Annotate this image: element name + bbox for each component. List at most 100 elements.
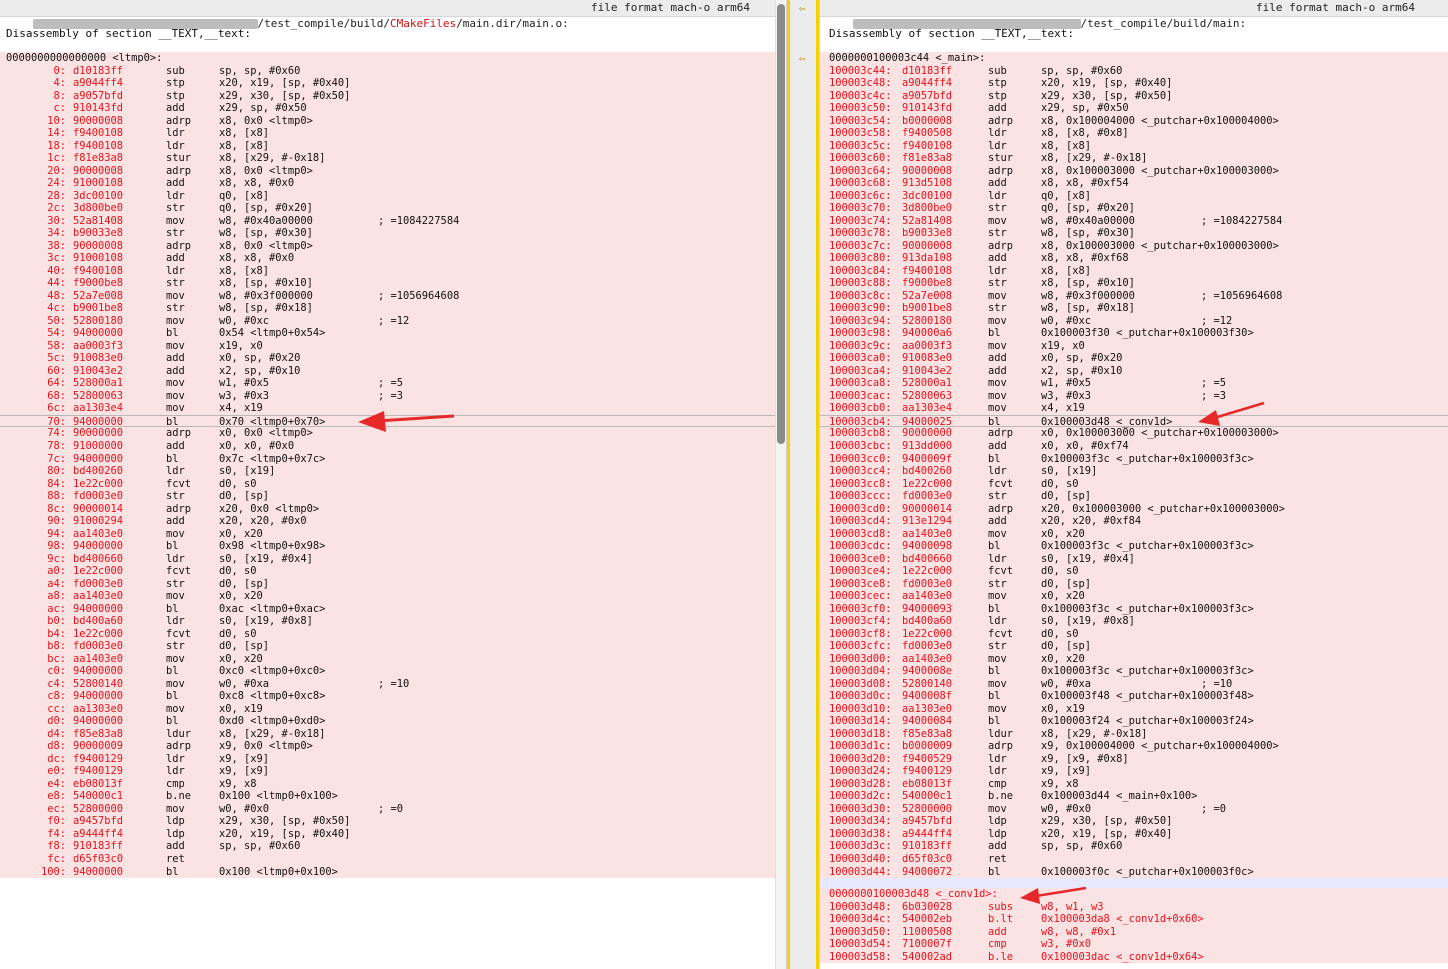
disasm-line[interactable]: 100003c74: 52a81408 mov w8, #0x40a00000 ; =1… (820, 215, 1448, 228)
disasm-line[interactable]: 100003d00: aa1403e0 mov x0, x20 (820, 653, 1448, 666)
disasm-line[interactable]: 8c: 90000014 adrp x20, 0x0 <ltmp0> (0, 503, 786, 516)
disasm-line[interactable]: 100003c54: b0000008 adrp x8, 0x100004000 <_… (820, 115, 1448, 128)
disasm-line[interactable]: 100003d40: d65f03c0 ret (820, 853, 1448, 866)
left-scrollbar-thumb[interactable] (777, 4, 785, 444)
disasm-line[interactable]: 100003cb8: 90000000 adrp x0, 0x100003000 <_… (820, 427, 1448, 440)
disasm-line[interactable]: 100003ca4: 910043e2 add x2, sp, #0x10 (820, 365, 1448, 378)
disasm-line[interactable]: 100003c78: b90033e8 str w8, [sp, #0x30] (820, 227, 1448, 240)
disasm-line[interactable]: 100003c64: 90000008 adrp x8, 0x100003000 <_… (820, 165, 1448, 178)
disasm-line[interactable]: 34: b90033e8 str w8, [sp, #0x30] (0, 227, 786, 240)
disasm-line[interactable]: 60: 910043e2 add x2, sp, #0x10 (0, 365, 786, 378)
disasm-line[interactable]: d0: 94000000 bl 0xd0 <ltmp0+0xd0> (0, 715, 786, 728)
disasm-line[interactable]: 100003c88: f9000be8 str x8, [sp, #0x10] (820, 277, 1448, 290)
disasm-line[interactable]: 100003d58: 540002ad b.le 0x100003dac <_conv… (820, 951, 1448, 964)
disasm-line[interactable]: 1c: f81e83a8 stur x8, [x29, #-0x18] (0, 152, 786, 165)
disasm-line[interactable]: 100003cf0: 94000093 bl 0x100003f3c <_putcha… (820, 603, 1448, 616)
disasm-line[interactable]: c4: 52800140 mov w0, #0xa ; =10 (0, 678, 786, 691)
disasm-line[interactable]: 38: 90000008 adrp x8, 0x0 <ltmp0> (0, 240, 786, 253)
disasm-line[interactable]: 100003d3c: 910183ff add sp, sp, #0x60 (820, 840, 1448, 853)
disasm-line[interactable]: 100003c6c: 3dc00100 ldr q0, [x8] (820, 190, 1448, 203)
disasm-line[interactable]: 100003ce0: bd400660 ldr s0, [x19, #0x4] (820, 553, 1448, 566)
disasm-line[interactable]: 100003cd4: 913e1294 add x20, x20, #0xf84 (820, 515, 1448, 528)
disasm-line[interactable]: 100003d44: 94000072 bl 0x100003f0c <_putcha… (820, 866, 1448, 879)
disasm-line[interactable]: a8: aa1403e0 mov x0, x20 (0, 590, 786, 603)
disasm-line[interactable]: 84: 1e22c000 fcvt d0, s0 (0, 478, 786, 491)
disasm-line[interactable]: 100003d0c: 9400008f bl 0x100003f48 <_putcha… (820, 690, 1448, 703)
disasm-line[interactable]: 100003d30: 52800000 mov w0, #0x0 ; =0 (820, 803, 1448, 816)
disasm-line[interactable]: c0: 94000000 bl 0xc0 <ltmp0+0xc0> (0, 665, 786, 678)
disasm-line[interactable]: 68: 52800063 mov w3, #0x3 ; =3 (0, 390, 786, 403)
disasm-line[interactable]: b0: bd400a60 ldr s0, [x19, #0x8] (0, 615, 786, 628)
disasm-line[interactable]: 8: a9057bfd stp x29, x30, [sp, #0x50] (0, 90, 786, 103)
disasm-line[interactable]: d8: 90000009 adrp x9, 0x0 <ltmp0> (0, 740, 786, 753)
disasm-line[interactable]: 100003c84: f9400108 ldr x8, [x8] (820, 265, 1448, 278)
disasm-line[interactable]: 4c: b9001be8 str w8, [sp, #0x18] (0, 302, 786, 315)
disasm-line[interactable]: 100003d08: 52800140 mov w0, #0xa ; =10 (820, 678, 1448, 691)
disasm-line[interactable]: 100003c60: f81e83a8 stur x8, [x29, #-0x18] (820, 152, 1448, 165)
disasm-line[interactable]: 100003ccc: fd0003e0 str d0, [sp] (820, 490, 1448, 503)
disasm-line[interactable]: 80: bd400260 ldr s0, [x19] (0, 465, 786, 478)
disasm-line[interactable]: 100003cac: 52800063 mov w3, #0x3 ; =3 (820, 390, 1448, 403)
disasm-line[interactable]: 2c: 3d800be0 str q0, [sp, #0x20] (0, 202, 786, 215)
disasm-line[interactable]: e8: 540000c1 b.ne 0x100 <ltmp0+0x100> (0, 790, 786, 803)
disasm-line[interactable]: f0: a9457bfd ldp x29, x30, [sp, #0x50] (0, 815, 786, 828)
disasm-line[interactable]: 100003c80: 913da108 add x8, x8, #0xf68 (820, 252, 1448, 265)
disasm-line[interactable]: 100003cf4: bd400a60 ldr s0, [x19, #0x8] (820, 615, 1448, 628)
disasm-line[interactable]: 100003ce8: fd0003e0 str d0, [sp] (820, 578, 1448, 591)
disasm-line[interactable]: 100003cdc: 94000098 bl 0x100003f3c <_putcha… (820, 540, 1448, 553)
disasm-line[interactable]: b8: fd0003e0 str d0, [sp] (0, 640, 786, 653)
disasm-line[interactable]: ac: 94000000 bl 0xac <ltmp0+0xac> (0, 603, 786, 616)
disasm-line[interactable]: 44: f9000be8 str x8, [sp, #0x10] (0, 277, 786, 290)
disasm-line[interactable]: dc: f9400129 ldr x9, [x9] (0, 753, 786, 766)
disasm-line[interactable]: 100003cec: aa1403e0 mov x0, x20 (820, 590, 1448, 603)
disasm-line[interactable]: 50: 52800180 mov w0, #0xc ; =12 (0, 315, 786, 328)
disasm-line[interactable]: 94: aa1403e0 mov x0, x20 (0, 528, 786, 541)
disasm-line[interactable]: 100003d50: 11000508 add w8, w8, #0x1 (820, 926, 1448, 939)
disasm-line[interactable]: 100003cc0: 9400009f bl 0x100003f3c <_putcha… (820, 453, 1448, 466)
disasm-line[interactable]: a4: fd0003e0 str d0, [sp] (0, 578, 786, 591)
disasm-line[interactable]: 30: 52a81408 mov w8, #0x40a00000 ; =10842275… (0, 215, 786, 228)
disasm-line[interactable]: 78: 91000000 add x0, x0, #0x0 (0, 440, 786, 453)
disasm-line[interactable]: 100003cc4: bd400260 ldr s0, [x19] (820, 465, 1448, 478)
disasm-line[interactable]: 5c: 910083e0 add x0, sp, #0x20 (0, 352, 786, 365)
disasm-line[interactable]: 100003d4c: 540002eb b.lt 0x100003da8 <_conv… (820, 913, 1448, 926)
disasm-line[interactable]: 98: 94000000 bl 0x98 <ltmp0+0x98> (0, 540, 786, 553)
disasm-line[interactable]: 48: 52a7e008 mov w8, #0x3f000000 ; =10569646… (0, 290, 786, 303)
disasm-line[interactable]: bc: aa1403e0 mov x0, x20 (0, 653, 786, 666)
disasm-line[interactable]: 100003d24: f9400129 ldr x9, [x9] (820, 765, 1448, 778)
disasm-line[interactable]: 100003cbc: 913dd000 add x0, x0, #0xf74 (820, 440, 1448, 453)
disasm-line[interactable]: 100003c70: 3d800be0 str q0, [sp, #0x20] (820, 202, 1448, 215)
disasm-line[interactable]: 90: 91000294 add x20, x20, #0x0 (0, 515, 786, 528)
disasm-line[interactable]: 100003cd8: aa1403e0 mov x0, x20 (820, 528, 1448, 541)
disasm-line[interactable]: 100003ce4: 1e22c000 fcvt d0, s0 (820, 565, 1448, 578)
disasm-line[interactable]: 7c: 94000000 bl 0x7c <ltmp0+0x7c> (0, 453, 786, 466)
disasm-line[interactable]: c: 910143fd add x29, sp, #0x50 (0, 102, 786, 115)
disasm-line[interactable]: 70: 94000000 bl 0x70 <ltmp0+0x70> (0, 414, 786, 428)
disasm-line[interactable]: 100003cb0: aa1303e4 mov x4, x19 (820, 402, 1448, 415)
disasm-line[interactable]: 3c: 91000108 add x8, x8, #0x0 (0, 252, 786, 265)
disasm-line[interactable]: e4: eb08013f cmp x9, x8 (0, 778, 786, 791)
disasm-line[interactable]: b4: 1e22c000 fcvt d0, s0 (0, 628, 786, 641)
disasm-line[interactable]: fc: d65f03c0 ret (0, 853, 786, 866)
disasm-line[interactable]: 100003d34: a9457bfd ldp x29, x30, [sp, #0x5… (820, 815, 1448, 828)
disasm-line[interactable]: 0: d10183ff sub sp, sp, #0x60 (0, 65, 786, 78)
disasm-line[interactable]: 20: 90000008 adrp x8, 0x0 <ltmp0> (0, 165, 786, 178)
disasm-line[interactable]: 100003c7c: 90000008 adrp x8, 0x100003000 <_… (820, 240, 1448, 253)
disasm-line[interactable]: 54: 94000000 bl 0x54 <ltmp0+0x54> (0, 327, 786, 340)
disasm-line[interactable]: ec: 52800000 mov w0, #0x0 ; =0 (0, 803, 786, 816)
disasm-line[interactable]: 18: f9400108 ldr x8, [x8] (0, 140, 786, 153)
disasm-line[interactable]: 100003ca8: 528000a1 mov w1, #0x5 ; =5 (820, 377, 1448, 390)
disasm-line[interactable]: 100003c68: 913d5108 add x8, x8, #0xf54 (820, 177, 1448, 190)
disasm-line[interactable]: 100003c50: 910143fd add x29, sp, #0x50 (820, 102, 1448, 115)
disasm-line[interactable]: 100003c8c: 52a7e008 mov w8, #0x3f000000 ; =1… (820, 290, 1448, 303)
disasm-line[interactable]: f4: a9444ff4 ldp x20, x19, [sp, #0x40] (0, 828, 786, 841)
disasm-line[interactable]: 100003c48: a9044ff4 stp x20, x19, [sp, #0x4… (820, 77, 1448, 90)
disasm-line[interactable]: 100003ca0: 910083e0 add x0, sp, #0x20 (820, 352, 1448, 365)
disasm-line[interactable]: 64: 528000a1 mov w1, #0x5 ; =5 (0, 377, 786, 390)
disasm-line[interactable]: 100003c4c: a9057bfd stp x29, x30, [sp, #0x5… (820, 90, 1448, 103)
disasm-line[interactable]: 10: 90000008 adrp x8, 0x0 <ltmp0> (0, 115, 786, 128)
disasm-line[interactable]: 100003c94: 52800180 mov w0, #0xc ; =12 (820, 315, 1448, 328)
disasm-line[interactable]: 100003cb4: 94000025 bl 0x100003d48 <_conv1d… (820, 414, 1448, 428)
disasm-line[interactable]: f8: 910183ff add sp, sp, #0x60 (0, 840, 786, 853)
disasm-line[interactable]: 100003cf8: 1e22c000 fcvt d0, s0 (820, 628, 1448, 641)
